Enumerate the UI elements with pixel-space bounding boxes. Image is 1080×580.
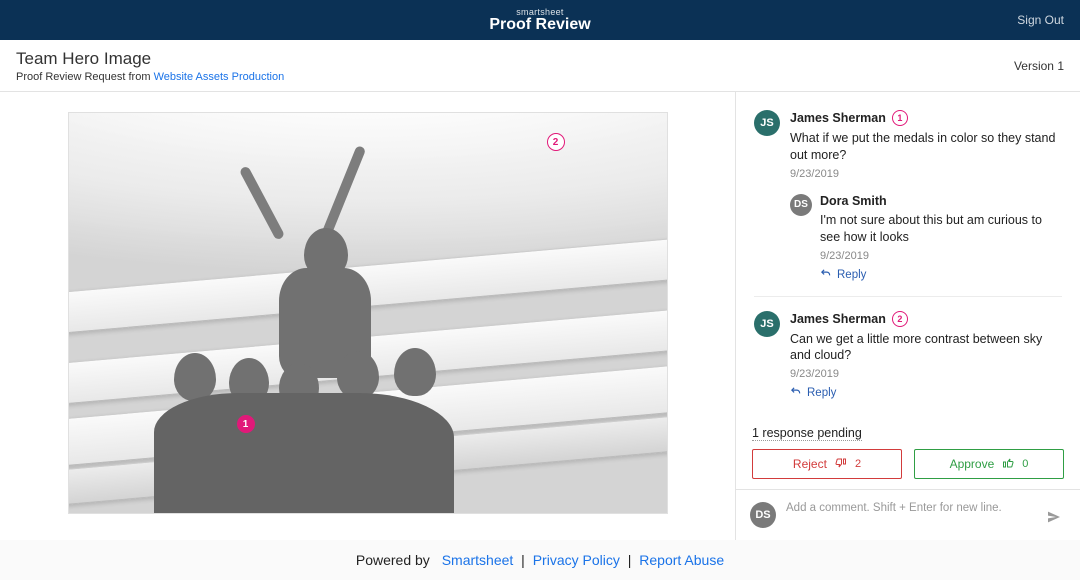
reply-arrow-icon	[820, 268, 831, 282]
reject-count: 2	[855, 458, 861, 470]
annotation-marker-2[interactable]: 2	[547, 133, 565, 151]
comment-reply: DS Dora Smith I'm not sure about this bu…	[790, 194, 1062, 282]
avatar: DS	[790, 194, 812, 216]
comment-author: Dora Smith	[820, 194, 887, 208]
proof-title: Team Hero Image	[16, 49, 284, 69]
comment-date: 9/23/2019	[820, 250, 1062, 262]
approve-count: 0	[1022, 458, 1028, 470]
thumb-down-icon	[835, 457, 847, 472]
comment-thread[interactable]: JS James Sherman 1 What if we put the me…	[754, 110, 1062, 297]
brand-logo: smartsheet Proof Review	[489, 8, 590, 33]
canvas-area: 12	[0, 92, 735, 540]
send-icon[interactable]	[1046, 509, 1062, 530]
comment-text: Can we get a little more contrast betwee…	[790, 331, 1062, 365]
comments-sidebar: JS James Sherman 1 What if we put the me…	[735, 92, 1080, 540]
brand-bar: smartsheet Proof Review Sign Out	[0, 0, 1080, 40]
proof-subtitle: Proof Review Request from Website Assets…	[16, 71, 284, 83]
comment-text: I'm not sure about this but am curious t…	[820, 212, 1062, 246]
main-area: 12 JS James Sherman 1 What if we put the…	[0, 92, 1080, 540]
comment-date: 9/23/2019	[790, 168, 1062, 180]
approve-label: Approve	[950, 457, 995, 471]
comment-text: What if we put the medals in color so th…	[790, 130, 1062, 164]
reject-button[interactable]: Reject 2	[752, 449, 902, 479]
compose-avatar: DS	[750, 502, 776, 528]
footer: Powered by Smartsheet | Privacy Policy |…	[0, 540, 1080, 580]
pending-responses: 1 response pending	[752, 426, 862, 441]
proof-version: Version 1	[1014, 59, 1064, 73]
compose-row: DS Add a comment. Shift + Enter for new …	[736, 489, 1080, 540]
reply-button[interactable]: Reply	[790, 386, 1062, 400]
sign-out-link[interactable]: Sign Out	[1017, 0, 1064, 40]
proof-image[interactable]: 12	[68, 112, 668, 514]
thumb-up-icon	[1002, 457, 1014, 472]
approve-button[interactable]: Approve 0	[914, 449, 1064, 479]
footer-privacy-link[interactable]: Privacy Policy	[533, 552, 620, 568]
reply-arrow-icon	[790, 386, 801, 400]
reply-button[interactable]: Reply	[820, 268, 1062, 282]
compose-input[interactable]: Add a comment. Shift + Enter for new lin…	[786, 502, 1066, 514]
annotation-marker-1[interactable]: 1	[237, 415, 255, 433]
brand-big-text: Proof Review	[489, 17, 590, 33]
avatar: JS	[754, 311, 780, 337]
reject-label: Reject	[793, 457, 827, 471]
comment-date: 9/23/2019	[790, 368, 1062, 380]
comment-annotation-badge[interactable]: 2	[892, 311, 908, 327]
comment-author: James Sherman	[790, 312, 886, 326]
proof-header: Team Hero Image Proof Review Request fro…	[0, 40, 1080, 92]
footer-brand-link[interactable]: Smartsheet	[442, 552, 514, 568]
brand-small-text: smartsheet	[489, 8, 590, 17]
comment-annotation-badge[interactable]: 1	[892, 110, 908, 126]
avatar: JS	[754, 110, 780, 136]
comment-thread[interactable]: JS James Sherman 2 Can we get a little m…	[754, 311, 1062, 415]
photo-team-figures	[69, 113, 667, 513]
footer-abuse-link[interactable]: Report Abuse	[639, 552, 724, 568]
proof-source-link[interactable]: Website Assets Production	[154, 71, 285, 83]
footer-prefix: Powered by	[356, 552, 430, 568]
comment-thread-list[interactable]: JS James Sherman 1 What if we put the me…	[736, 92, 1080, 418]
comment-author: James Sherman	[790, 111, 886, 125]
response-bar: 1 response pending Reject 2 Approve 0	[736, 418, 1080, 489]
proof-subtitle-prefix: Proof Review Request from	[16, 71, 154, 83]
